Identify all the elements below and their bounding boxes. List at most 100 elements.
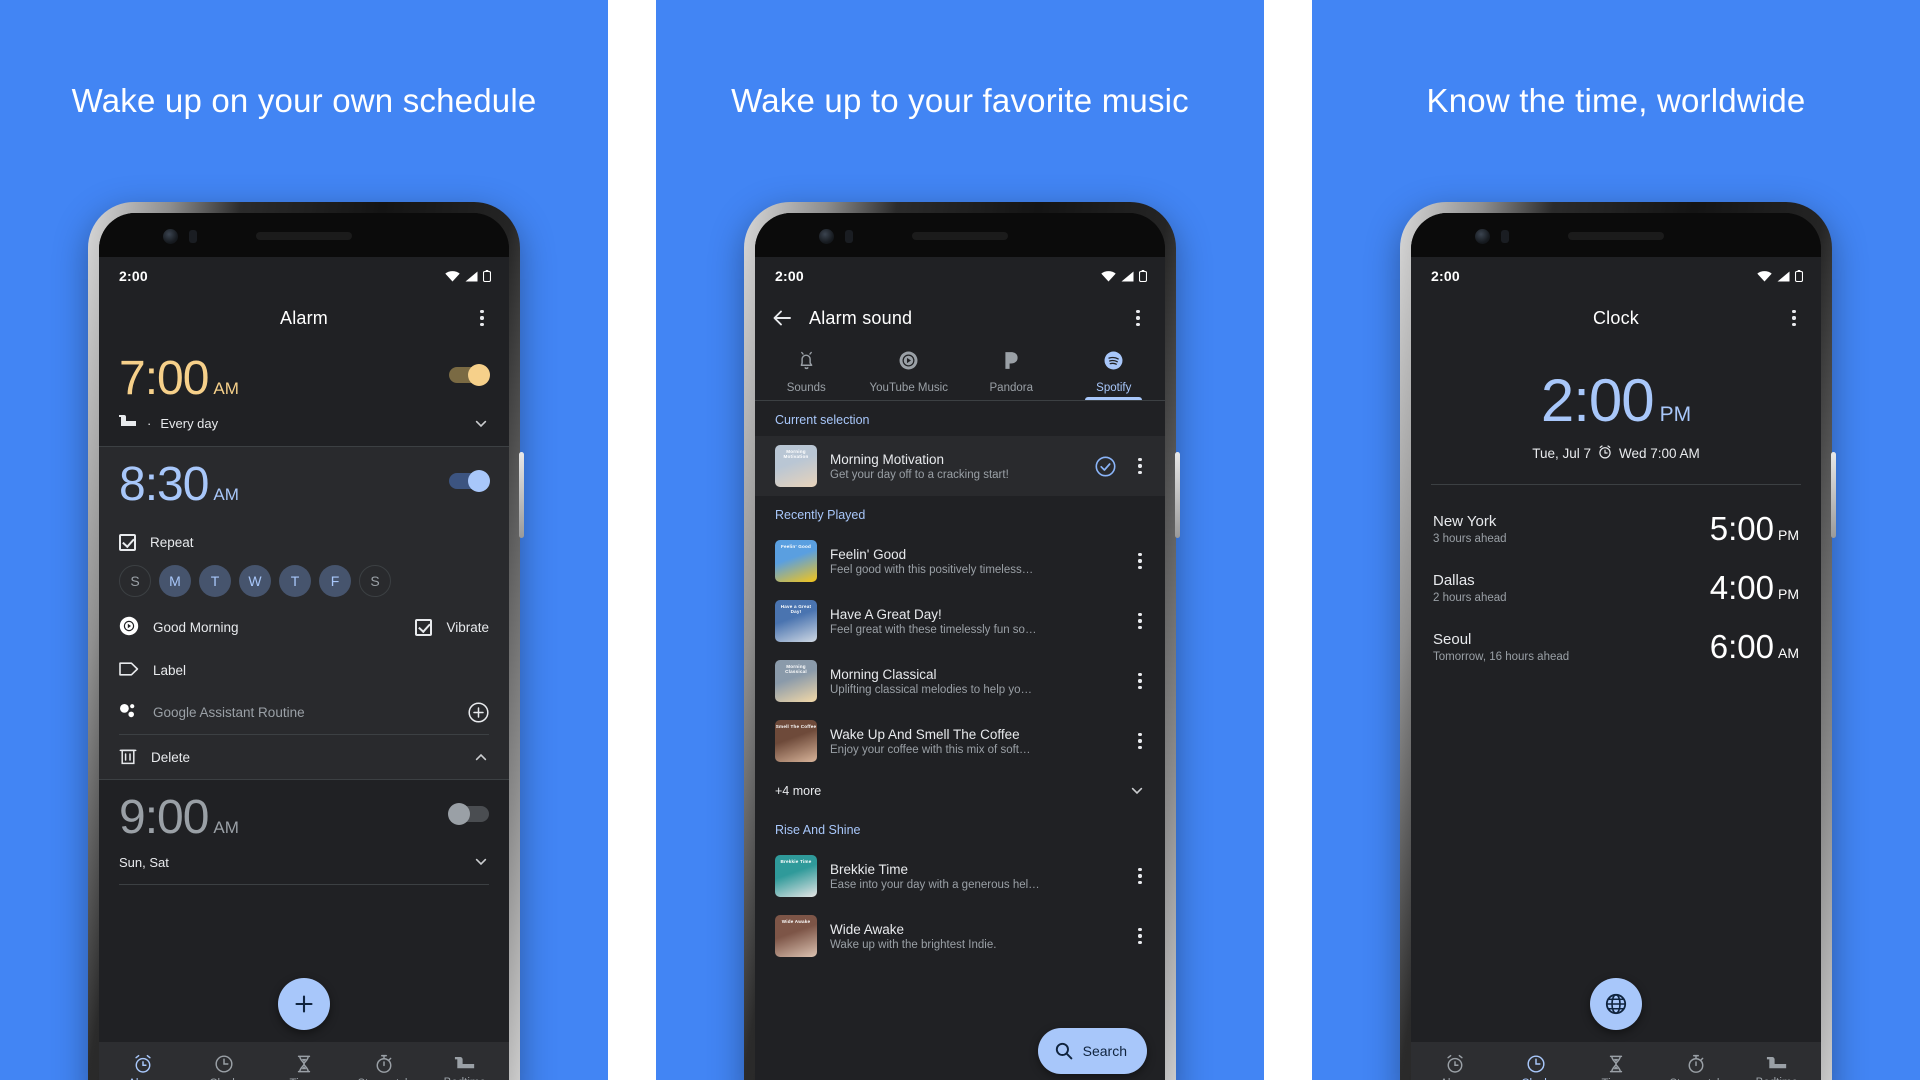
source-tabs[interactable]: Sounds YouTube Music Pandora Spotify bbox=[755, 341, 1165, 400]
track-title: Wake Up And Smell The Coffee bbox=[830, 726, 1020, 742]
world-clock-offset: 3 hours ahead bbox=[1433, 532, 1507, 545]
weekday-selector[interactable]: SMTWTFS bbox=[99, 562, 509, 605]
chevron-down-icon[interactable] bbox=[473, 854, 489, 870]
page-title: Clock bbox=[1592, 307, 1639, 328]
selected-check-icon bbox=[1095, 456, 1116, 477]
alarm-clock-icon bbox=[1598, 445, 1612, 462]
bottom-navigation-1[interactable]: Alarm Clock Timer Stopwatch Bedtime bbox=[99, 1042, 509, 1080]
alarm-item-collapsed[interactable]: 7:00 AM · Every day bbox=[99, 341, 509, 446]
track-overflow-icon[interactable] bbox=[1129, 730, 1151, 752]
weekday-chip-T[interactable]: T bbox=[279, 565, 311, 597]
alarm-item-expanded[interactable]: 8:30 AM bbox=[99, 447, 509, 523]
tab-youtube-music[interactable]: YouTube Music bbox=[858, 343, 961, 400]
repeat-label: Repeat bbox=[150, 535, 194, 550]
nav-item-bedtime[interactable]: Bedtime bbox=[425, 1055, 505, 1080]
track-row[interactable]: Wide Awake Wide Awake Wake up with the b… bbox=[755, 906, 1165, 966]
globe-icon bbox=[1605, 993, 1627, 1015]
current-date: Tue, Jul 7 bbox=[1532, 446, 1591, 461]
tab-label: Spotify bbox=[1096, 382, 1132, 394]
alarm-sound-row[interactable]: Good Morning Vibrate bbox=[99, 605, 509, 650]
repeat-row[interactable]: Repeat bbox=[99, 523, 509, 562]
weekday-chip-W[interactable]: W bbox=[239, 565, 271, 597]
alarm-time: 9:00 AM bbox=[119, 794, 239, 842]
panel-2-headline: Wake up to your favorite music bbox=[731, 82, 1189, 119]
back-arrow-icon[interactable] bbox=[771, 307, 793, 329]
status-bar: 2:00 bbox=[755, 257, 1165, 295]
track-row[interactable]: Morning Motivation Morning Motivation Ge… bbox=[755, 436, 1165, 496]
nav-item-alarm[interactable]: Alarm bbox=[103, 1054, 183, 1080]
chevron-down-icon[interactable] bbox=[473, 416, 489, 432]
alarm-toggle[interactable] bbox=[449, 364, 490, 386]
sound-list: Current selection Morning Motivation Mor… bbox=[755, 401, 1165, 966]
tab-label: Pandora bbox=[989, 382, 1033, 394]
weekday-chip-T[interactable]: T bbox=[199, 565, 231, 597]
chevron-up-icon[interactable] bbox=[473, 749, 489, 765]
weekday-chip-M[interactable]: M bbox=[159, 565, 191, 597]
delete-row[interactable]: Delete bbox=[99, 735, 509, 779]
world-clock-time: 6:00 AM bbox=[1709, 628, 1799, 665]
nav-item-timer[interactable]: Timer bbox=[1576, 1054, 1656, 1080]
repeat-checkbox[interactable] bbox=[119, 534, 136, 551]
track-overflow-icon[interactable] bbox=[1129, 865, 1151, 887]
overflow-menu-icon[interactable] bbox=[1783, 307, 1805, 329]
tag-icon bbox=[119, 661, 139, 680]
status-time: 2:00 bbox=[119, 268, 148, 284]
overflow-menu-icon[interactable] bbox=[1127, 307, 1149, 329]
world-clock-row[interactable]: Seoul Tomorrow, 16 hours ahead 6:00 AM bbox=[1411, 617, 1821, 676]
nav-item-clock[interactable]: Clock bbox=[1495, 1054, 1575, 1080]
weekday-chip-S[interactable]: S bbox=[359, 565, 391, 597]
track-overflow-icon[interactable] bbox=[1129, 455, 1151, 477]
bottom-navigation-3[interactable]: Alarm Clock Timer Stopwatch Bedtime bbox=[1411, 1042, 1821, 1080]
alarm-toggle[interactable] bbox=[448, 803, 489, 825]
track-overflow-icon[interactable] bbox=[1129, 550, 1151, 572]
world-clock-row[interactable]: New York 3 hours ahead 5:00 PM bbox=[1411, 499, 1821, 558]
primary-clock-time: 2:00 bbox=[1540, 367, 1655, 434]
add-city-fab[interactable] bbox=[1590, 978, 1642, 1030]
add-circle-icon[interactable] bbox=[468, 702, 489, 723]
vibrate-checkbox[interactable] bbox=[415, 619, 433, 636]
tab-sounds[interactable]: Sounds bbox=[755, 343, 858, 400]
tab-pandora[interactable]: Pandora bbox=[960, 343, 1063, 400]
nav-item-clock[interactable]: Clock bbox=[183, 1054, 263, 1080]
track-row[interactable]: Feelin' Good Feelin' Good Feel good with… bbox=[755, 531, 1165, 591]
world-clock-row[interactable]: Dallas 2 hours ahead 4:00 PM bbox=[1411, 558, 1821, 617]
nav-item-stopwatch[interactable]: Stopwatch bbox=[344, 1054, 424, 1080]
chevron-down-icon[interactable] bbox=[1129, 783, 1145, 799]
phone-mockup-alarm: 2:00 Alarm 7:00 AM · Every day 8:30 AM R… bbox=[88, 202, 524, 1080]
earpiece-speaker bbox=[1568, 232, 1664, 240]
track-title: Brekkie Time bbox=[830, 861, 909, 877]
weekday-chip-S[interactable]: S bbox=[119, 565, 151, 597]
track-overflow-icon[interactable] bbox=[1129, 925, 1151, 947]
track-row[interactable]: Brekkie Time Brekkie Time Ease into your… bbox=[755, 846, 1165, 906]
youtube-music-icon bbox=[898, 350, 919, 376]
spotify-icon bbox=[1103, 350, 1124, 376]
assistant-routine-row[interactable]: Google Assistant Routine bbox=[99, 691, 509, 734]
track-overflow-icon[interactable] bbox=[1129, 670, 1151, 692]
label-row[interactable]: Label bbox=[99, 650, 509, 691]
nav-item-timer[interactable]: Timer bbox=[264, 1054, 344, 1080]
nav-item-stopwatch[interactable]: Stopwatch bbox=[1656, 1054, 1736, 1080]
battery-icon bbox=[1795, 270, 1803, 282]
weekday-chip-F[interactable]: F bbox=[319, 565, 351, 597]
panel-gap bbox=[608, 0, 656, 1080]
nav-item-alarm[interactable]: Alarm bbox=[1415, 1054, 1495, 1080]
wifi-icon bbox=[1757, 270, 1772, 282]
track-overflow-icon[interactable] bbox=[1129, 610, 1151, 632]
track-row[interactable]: Morning Classical Morning Classical Upli… bbox=[755, 651, 1165, 711]
front-camera-icon bbox=[819, 229, 834, 244]
alarm-time: 7:00 AM bbox=[119, 355, 239, 403]
tab-spotify[interactable]: Spotify bbox=[1063, 343, 1166, 400]
bedtime-bed-icon bbox=[119, 415, 138, 432]
alarm-icon bbox=[133, 1054, 153, 1074]
add-alarm-fab[interactable] bbox=[278, 978, 330, 1030]
show-more-row[interactable]: +4 more bbox=[755, 771, 1165, 811]
bedtime-icon bbox=[1766, 1055, 1788, 1073]
nav-item-bedtime[interactable]: Bedtime bbox=[1737, 1055, 1817, 1080]
alarm-toggle[interactable] bbox=[449, 470, 490, 492]
overflow-menu-icon[interactable] bbox=[471, 307, 493, 329]
sensor-icon bbox=[189, 230, 197, 243]
track-row[interactable]: Smell The Coffee Wake Up And Smell The C… bbox=[755, 711, 1165, 771]
alarm-item-disabled[interactable]: 9:00 AM Sun, Sat bbox=[99, 780, 509, 884]
search-button[interactable]: Search bbox=[1037, 1028, 1147, 1074]
track-row[interactable]: Have a Great Day! Have A Great Day! Feel… bbox=[755, 591, 1165, 651]
